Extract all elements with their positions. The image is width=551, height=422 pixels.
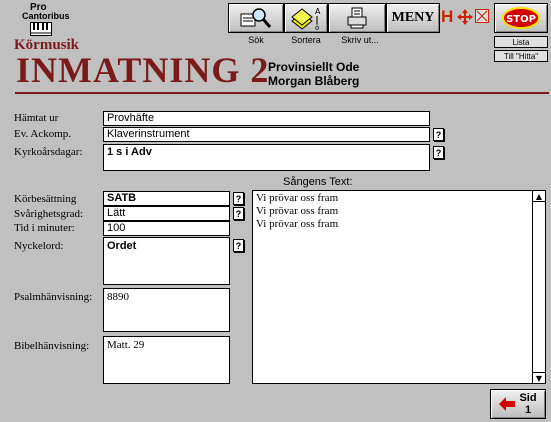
song-title: Provinsiellt Ode [268, 60, 360, 74]
print-button[interactable] [328, 3, 386, 33]
duration-label: Tid i minuter: [14, 222, 75, 234]
page-button[interactable]: Sid 1 [490, 389, 546, 419]
sort-button[interactable]: A ö [284, 3, 328, 33]
difficulty-field[interactable]: Lätt [103, 206, 230, 221]
goto-find-button[interactable]: Till "Hitta" [494, 50, 548, 62]
scroll-down-arrow-icon[interactable]: ▼ [533, 372, 545, 383]
accompaniment-field[interactable]: Klaverinstrument [103, 127, 430, 142]
scroll-up-arrow-icon[interactable]: ▲ [533, 191, 545, 202]
psalm-ref-label: Psalmhänvisning: [14, 291, 93, 303]
lyrics-line: Vi prövar oss fram [256, 218, 339, 230]
logo-text-cantoribus: Cantoribus [22, 11, 70, 21]
piano-icon [30, 22, 52, 36]
fetched-from-field[interactable]: Provhäfte [103, 111, 430, 126]
duration-field[interactable]: 100 [103, 221, 230, 236]
bible-ref-label: Bibelhänvisning: [14, 340, 90, 352]
stop-label: STOP [506, 14, 536, 25]
menu-button[interactable]: MENY [386, 3, 440, 33]
svg-text:A: A [315, 7, 321, 16]
voicing-help-icon[interactable]: ? [233, 192, 244, 205]
lyrics-label: Sångens Text: [283, 176, 353, 188]
lyrics-textarea[interactable]: Vi prövar oss fram Vi prövar oss fram Vi… [252, 190, 546, 384]
page-number: 1 [524, 404, 532, 416]
bible-ref-field[interactable]: Matt. 29 [103, 336, 230, 384]
list-button[interactable]: Lista [494, 36, 548, 48]
lyrics-scrollbar[interactable]: ▲ ▼ [532, 191, 545, 383]
title-divider [15, 92, 549, 94]
composer-name: Morgan Blåberg [268, 74, 360, 88]
lyrics-line: Vi prövar oss fram [256, 205, 339, 217]
search-button-label[interactable]: Sök [228, 35, 284, 45]
stop-sign-icon: STOP [502, 7, 540, 29]
move-arrows-icon[interactable] [457, 9, 473, 25]
close-box-icon[interactable] [475, 9, 489, 23]
accompaniment-label: Ev. Ackomp. [14, 128, 72, 140]
difficulty-label: Svårighetsgrad: [14, 208, 84, 220]
accompaniment-help-icon[interactable]: ? [433, 128, 444, 141]
page-title: INMATNING 2 [16, 50, 270, 90]
voicing-field[interactable]: SATB [103, 191, 230, 206]
sort-button-label[interactable]: Sortera [284, 35, 328, 45]
print-button-label[interactable]: Skriv ut... [328, 35, 392, 45]
church-days-help-icon[interactable]: ? [433, 146, 444, 159]
lyrics-line: Vi prövar oss fram [256, 192, 339, 204]
psalm-ref-field[interactable]: 8890 [103, 288, 230, 332]
help-h-button[interactable]: H [441, 7, 455, 29]
church-days-label: Kyrkoårsdagar: [14, 146, 83, 158]
difficulty-help-icon[interactable]: ? [233, 207, 244, 220]
song-info: Provinsiellt Ode Morgan Blåberg [268, 60, 359, 88]
search-icon [240, 8, 272, 28]
page-button-label: Sid [519, 392, 537, 404]
stop-button[interactable]: STOP [494, 3, 548, 33]
printer-icon [347, 7, 367, 29]
keywords-help-icon[interactable]: ? [233, 239, 244, 252]
search-button[interactable] [228, 3, 284, 33]
fetched-from-label: Hämtat ur [14, 112, 59, 124]
sort-icon: A ö [291, 7, 321, 31]
keywords-field[interactable]: Ordet [103, 237, 230, 285]
church-days-field[interactable]: 1 s i Adv [103, 144, 430, 171]
voicing-label: Körbesättning [14, 193, 77, 205]
keywords-label: Nyckelord: [14, 240, 64, 252]
svg-text:ö: ö [315, 24, 319, 31]
arrow-left-icon [499, 397, 516, 411]
